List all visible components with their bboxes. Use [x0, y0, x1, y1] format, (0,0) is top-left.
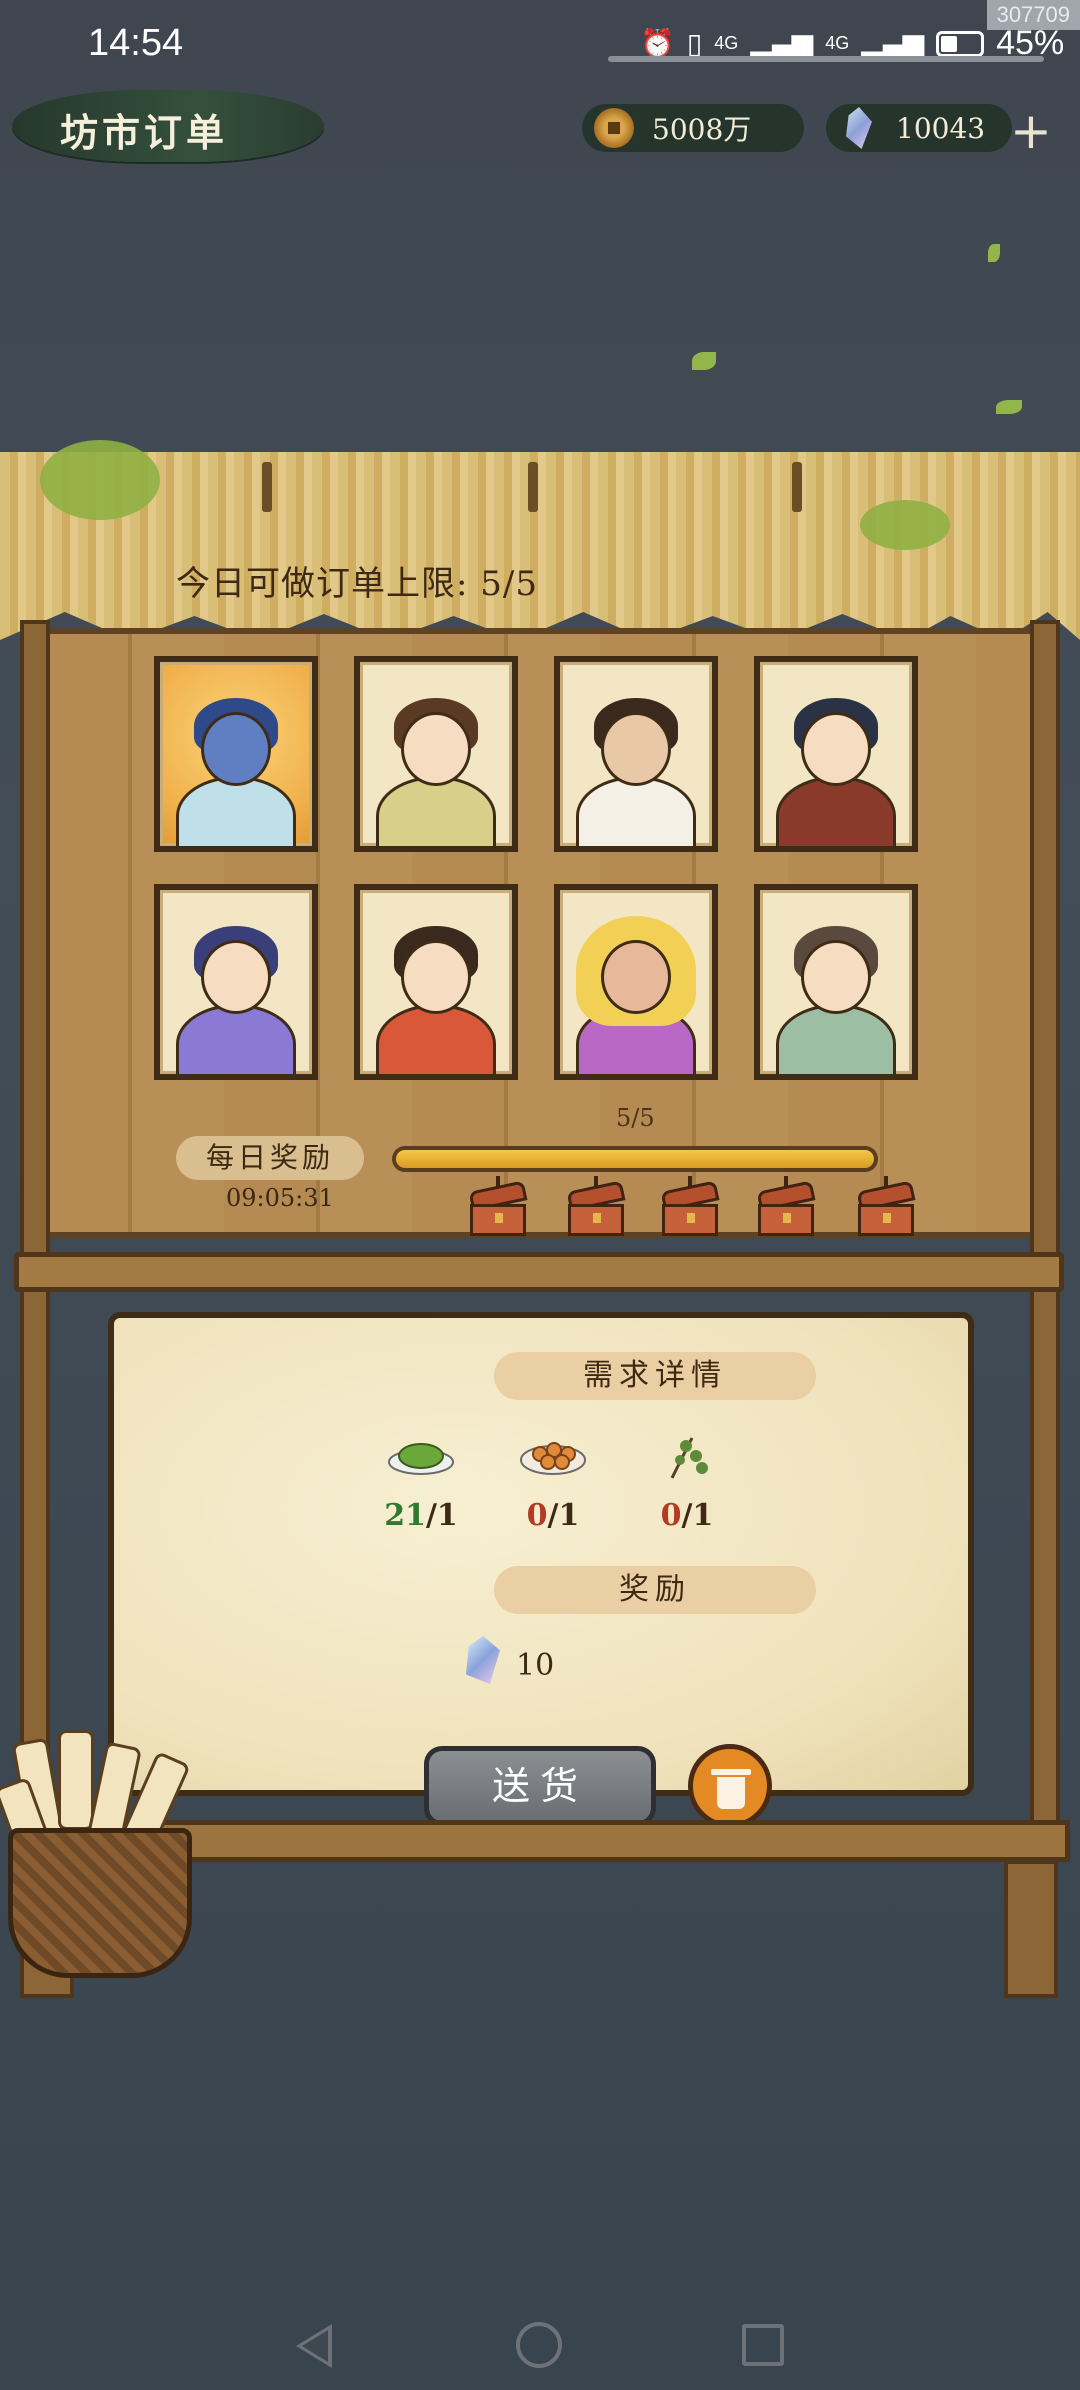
stall-leg-right [1004, 1860, 1058, 1998]
customer-face [401, 712, 471, 786]
reward-chest-1[interactable] [468, 1180, 528, 1236]
customer-face [201, 712, 271, 786]
customer-grid [154, 656, 934, 1086]
customer-old-herbalist[interactable] [554, 656, 718, 852]
customer-young-lady[interactable] [354, 656, 518, 852]
trash-bin [717, 1777, 745, 1809]
counter-base [60, 1820, 1070, 1862]
customer-face [601, 940, 671, 1014]
herb-branch-icon [652, 1432, 722, 1479]
customer-body [176, 776, 296, 846]
customer-face [801, 940, 871, 1014]
copper-coin-icon [594, 108, 634, 148]
steamed-buns-icon [518, 1432, 588, 1476]
customer-body [776, 1004, 896, 1074]
battery-icon [936, 30, 985, 57]
daily-reward-progress-bar [392, 1146, 878, 1172]
reward-amount: 10 [516, 1648, 555, 1683]
signal-icon-2: 4G [825, 33, 850, 53]
scroll-basket-button[interactable] [0, 1730, 200, 2000]
required-item-3[interactable]: 0/1 [642, 1432, 732, 1533]
chest-base [758, 1204, 814, 1236]
system-nav-bar [0, 2300, 1080, 2390]
counter-shelf [14, 1252, 1064, 1292]
item-have-count: 0 [526, 1498, 548, 1533]
gem-counter: 10043 [826, 104, 1012, 152]
home-icon[interactable] [516, 2322, 562, 2368]
chest-base [662, 1204, 718, 1236]
customer-merchant-abacus[interactable] [354, 884, 518, 1080]
reward-title: 奖励 [494, 1566, 816, 1614]
customer-face [401, 940, 471, 1014]
customer-face [201, 940, 271, 1014]
customer-body [576, 776, 696, 846]
chest-base [470, 1204, 526, 1236]
item-need-count: /1 [425, 1498, 458, 1533]
vegetable-dish-icon [386, 1432, 456, 1476]
spirit-crystal-icon [846, 107, 872, 149]
trash-icon [711, 1769, 751, 1775]
reward-progress-text: 5/5 [616, 1104, 655, 1132]
customer-body [376, 1004, 496, 1074]
reward-chest-4[interactable] [756, 1180, 816, 1236]
recent-apps-icon[interactable] [742, 2324, 784, 2366]
item-have-count: 0 [660, 1498, 682, 1533]
chest-base [858, 1204, 914, 1236]
item-have-count: 21 [384, 1498, 426, 1533]
customer-dragon-scholar[interactable] [154, 656, 318, 852]
roof-leaf [860, 500, 950, 550]
order-details-panel: 需求详情 21/1 0/1 0/1 奖励 [108, 1312, 974, 1796]
scroll-roll [58, 1730, 94, 1830]
roof-binding [792, 462, 802, 512]
order-limit-text: 今日可做订单上限: 5/5 [176, 564, 538, 604]
status-bar: 14:54 ⏰ ▯ 4G ▂▄▆ 4G ▂▄▆ 45% 307709 [0, 0, 1080, 90]
item-need-count: /1 [681, 1498, 714, 1533]
falling-leaf [988, 244, 1000, 262]
required-item-2[interactable]: 0/1 [508, 1432, 598, 1533]
stall-post-right [1030, 620, 1060, 1860]
discard-order-button[interactable] [688, 1744, 772, 1828]
progress-fill [396, 1150, 874, 1168]
build-tag: 307709 [986, 0, 1080, 30]
customer-face [801, 712, 871, 786]
customer-body [176, 1004, 296, 1074]
customer-farm-girl[interactable] [754, 884, 918, 1080]
coin-counter: 5008万 [582, 104, 804, 152]
reward-chest-5[interactable] [856, 1180, 916, 1236]
roof-leaf [40, 440, 160, 520]
chest-base [568, 1204, 624, 1236]
customer-elf-maiden[interactable] [154, 884, 318, 1080]
signal-icon: 4G [714, 33, 739, 53]
details-title: 需求详情 [494, 1352, 816, 1400]
falling-leaf [996, 400, 1022, 414]
deliver-button[interactable]: 送货 [424, 1746, 656, 1826]
customer-golden-hair-dancer[interactable] [554, 884, 718, 1080]
coin-amount: 5008万 [652, 113, 752, 146]
daily-reward-label: 每日奖励 [176, 1136, 364, 1180]
title-banner: 坊市订单 [12, 90, 324, 162]
back-icon-inner [302, 2330, 328, 2362]
customer-young-farmer[interactable] [754, 656, 918, 852]
customer-face [601, 712, 671, 786]
stall-post-left [20, 620, 50, 1860]
customer-body [776, 776, 896, 846]
falling-leaf [692, 352, 716, 370]
customer-body [376, 776, 496, 846]
status-divider [608, 56, 1044, 62]
item-need-count: /1 [547, 1498, 580, 1533]
reward-chest-2[interactable] [566, 1180, 626, 1236]
gem-amount: 10043 [896, 111, 986, 145]
clock: 14:54 [88, 22, 184, 64]
daily-reward-timer: 09:05:31 [226, 1184, 334, 1212]
add-gems-button[interactable]: + [1010, 102, 1052, 160]
page-title: 坊市订单 [60, 110, 229, 155]
reward-chest-3[interactable] [660, 1180, 720, 1236]
basket-icon [8, 1828, 192, 1978]
roof-binding [528, 462, 538, 512]
required-item-1[interactable]: 21/1 [376, 1432, 466, 1533]
roof-binding [262, 462, 272, 512]
